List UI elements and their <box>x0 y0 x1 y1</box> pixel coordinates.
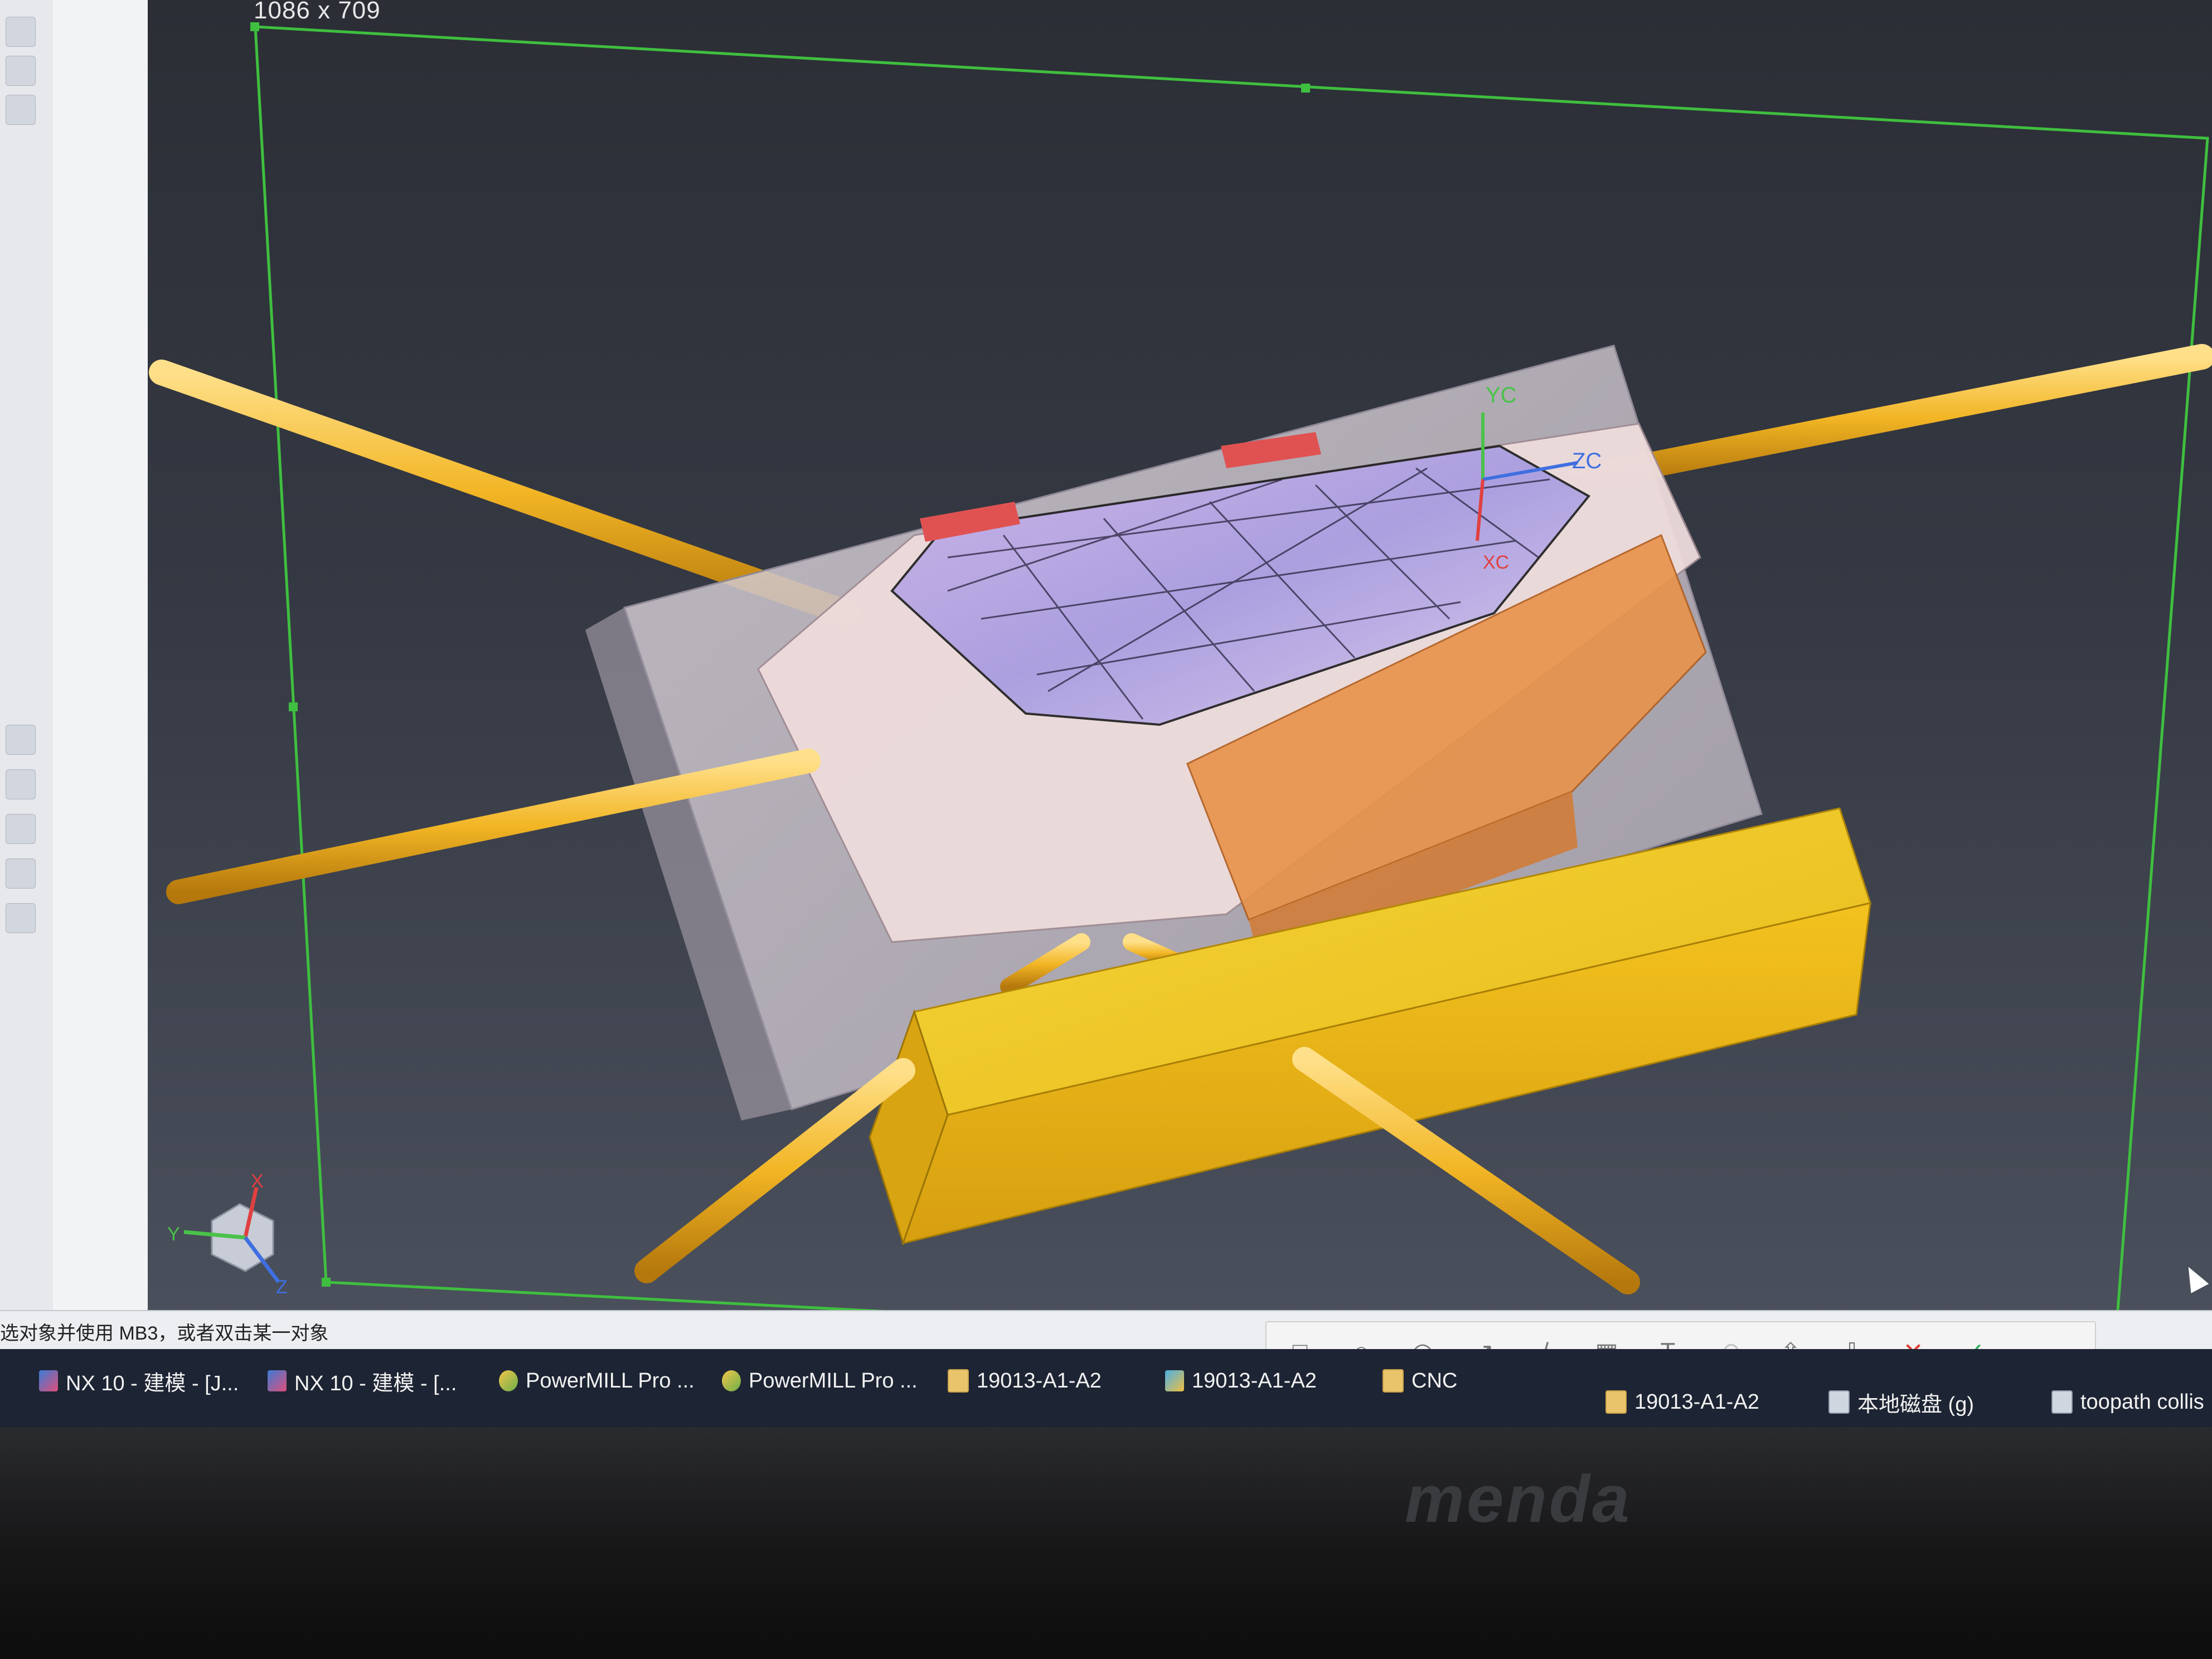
taskbar-item-image[interactable]: 19013-A1-A2 <box>1165 1361 1317 1400</box>
yc-label: YC <box>1486 383 1517 408</box>
view-triad[interactable]: X Y Z <box>167 1171 288 1298</box>
triad-x-label: X <box>251 1171 264 1192</box>
taskbar-item-folder-2[interactable]: 19013-A1-A2 <box>1605 1382 1759 1422</box>
taskbar-item-label: NX 10 - 建模 - [... <box>294 1371 457 1395</box>
frame-handle[interactable] <box>1301 84 1310 93</box>
folder-icon <box>1605 1390 1627 1414</box>
taskbar-item-label: PowerMILL Pro ... <box>526 1369 695 1393</box>
file-icon <box>2051 1390 2073 1414</box>
triad-y-label: Y <box>167 1224 180 1245</box>
folder-icon <box>1382 1369 1404 1393</box>
powermill-icon <box>499 1370 518 1391</box>
taskbar-item-nx-1[interactable]: NX 10 - 建模 - [J... <box>39 1361 239 1400</box>
taskbar-item-label: 19013-A1-A2 <box>1192 1369 1317 1393</box>
taskbar-item-label: toopath collis <box>2080 1390 2204 1414</box>
frame-handle[interactable] <box>289 702 298 711</box>
monitor-screen: YC ZC XC X Y Z 1086 x 709 选对象并使用 MB3，或者双… <box>0 0 2212 1427</box>
snip-size-label: 1086 x 709 <box>254 0 381 24</box>
xc-label: XC <box>1483 552 1509 573</box>
taskbar-item-folder-1[interactable]: 19013-A1-A2 <box>948 1361 1102 1400</box>
frame-handle[interactable] <box>322 1278 331 1287</box>
monitor-bezel <box>0 1427 2212 1659</box>
taskbar-item-cnc[interactable]: CNC <box>1382 1361 1457 1400</box>
drive-icon <box>1828 1390 1850 1414</box>
nx-icon <box>39 1370 58 1391</box>
taskbar-item-powermill-1[interactable]: PowerMILL Pro ... <box>499 1361 695 1400</box>
taskbar-item-label: CNC <box>1411 1369 1458 1393</box>
monitor-brand-logo: menda <box>1405 1462 1632 1536</box>
image-icon <box>1165 1370 1184 1391</box>
taskbar-item-label: NX 10 - 建模 - [J... <box>66 1371 239 1395</box>
taskbar-item-powermill-2[interactable]: PowerMILL Pro ... <box>722 1361 918 1400</box>
taskbar-item-nx-2[interactable]: NX 10 - 建模 - [... <box>268 1361 457 1400</box>
taskbar-item-label: 19013-A1-A2 <box>977 1369 1102 1393</box>
taskbar-item-label: 19013-A1-A2 <box>1634 1390 1759 1414</box>
taskbar-item-toolpath[interactable]: toopath collis <box>2051 1382 2204 1422</box>
folder-icon <box>948 1369 969 1393</box>
model-scene[interactable]: YC ZC XC X Y Z <box>0 0 2212 1427</box>
taskbar-item-label: 本地磁盘 (g) <box>1857 1393 1975 1417</box>
ejector-pin[interactable] <box>1565 344 2212 492</box>
taskbar: NX 10 - 建模 - [J... NX 10 - 建模 - [... Pow… <box>0 1349 2212 1427</box>
taskbar-item-drive[interactable]: 本地磁盘 (g) <box>1828 1382 1974 1422</box>
taskbar-item-label: PowerMILL Pro ... <box>749 1369 918 1393</box>
powermill-icon <box>722 1370 741 1391</box>
zc-label: ZC <box>1572 449 1602 473</box>
nx-icon <box>268 1370 287 1391</box>
status-prompt: 选对象并使用 MB3，或者双击某一对象 <box>0 1323 329 1344</box>
triad-z-label: Z <box>276 1277 288 1298</box>
